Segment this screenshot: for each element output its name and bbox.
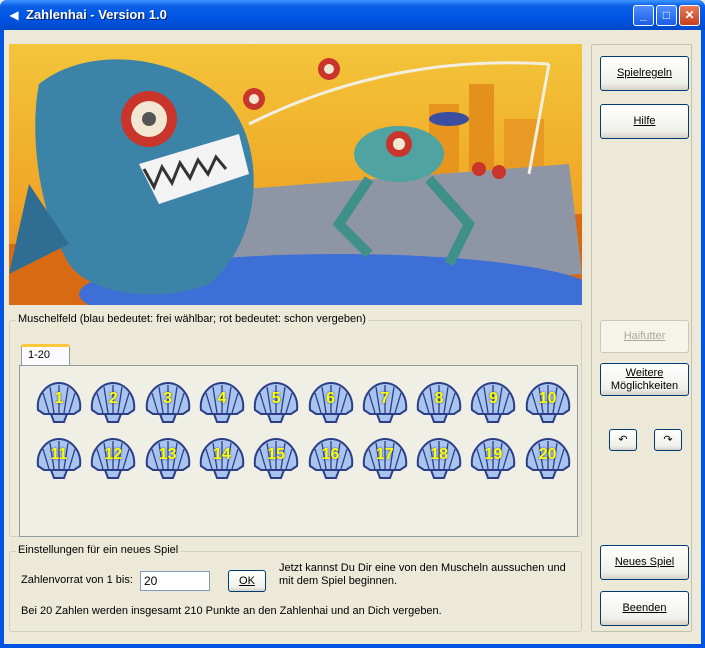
spielregeln-button[interactable]: Spielregeln — [600, 56, 689, 91]
ok-button[interactable]: OK — [228, 570, 266, 592]
weitere-moeglichkeiten-button[interactable]: Weitere Möglichkeiten — [600, 363, 689, 396]
shell-button[interactable]: 3 — [143, 380, 193, 424]
shell-button[interactable]: 2 — [88, 380, 138, 424]
shell-button[interactable]: 12 — [88, 436, 138, 480]
minimize-button[interactable]: _ — [633, 5, 654, 26]
shell-button[interactable]: 20 — [523, 436, 573, 480]
shell-number: 13 — [158, 446, 177, 463]
shell-number: 10 — [538, 390, 557, 407]
shell-number: 11 — [50, 446, 68, 463]
shell-button[interactable]: 16 — [306, 436, 356, 480]
shell-button[interactable]: 5 — [251, 380, 301, 424]
shell-number: 2 — [108, 390, 118, 407]
shell-button[interactable]: 10 — [523, 380, 573, 424]
shell-number: 17 — [375, 446, 394, 463]
neues-spiel-label: Neues Spiel — [614, 556, 675, 568]
maximize-button[interactable]: □ — [656, 5, 677, 26]
shark-fishing-illustration — [9, 44, 582, 305]
title-bar[interactable]: ◀ Zahlenhai - Version 1.0 _ □ ✕ — [0, 0, 705, 30]
close-button[interactable]: ✕ — [679, 5, 700, 26]
shell-button[interactable]: 11 — [34, 436, 84, 480]
window-title: Zahlenhai - Version 1.0 — [26, 7, 167, 22]
shell-button[interactable]: 4 — [197, 380, 247, 424]
shell-number: 16 — [321, 446, 340, 463]
tab-1-20[interactable]: 1-20 — [21, 344, 70, 365]
info-text: Bei 20 Zahlen werden insgesamt 210 Punkt… — [21, 605, 442, 617]
weitere-label-line1: Weitere — [625, 367, 664, 379]
shell-button[interactable]: 9 — [468, 380, 518, 424]
muschelfeld-legend: Muschelfeld (blau bedeutet: frei wählbar… — [16, 313, 368, 325]
shell-number: 4 — [217, 390, 227, 407]
app-window: ◀ Zahlenhai - Version 1.0 _ □ ✕ Muschelf… — [0, 0, 705, 648]
shell-number: 14 — [212, 446, 231, 463]
shell-button[interactable]: 7 — [360, 380, 410, 424]
ok-button-label: OK — [239, 575, 255, 587]
shell-number: 3 — [163, 390, 173, 407]
shell-number: 1 — [54, 390, 64, 407]
sidebar-panel: Spielregeln Hilfe Haifutter Weitere Mögl… — [591, 44, 692, 632]
shell-button[interactable]: 1 — [34, 380, 84, 424]
shell-button[interactable]: 14 — [197, 436, 247, 480]
shell-number: 6 — [326, 390, 335, 407]
shell-number: 9 — [488, 390, 498, 407]
beenden-label: Beenden — [622, 602, 667, 614]
shell-button[interactable]: 18 — [414, 436, 464, 480]
redo-icon: ↷ — [663, 434, 673, 446]
hilfe-button[interactable]: Hilfe — [600, 104, 689, 139]
zahlenvorrat-label: Zahlenvorrat von 1 bis: — [21, 574, 133, 586]
shell-number: 19 — [484, 446, 503, 463]
shell-button[interactable]: 13 — [143, 436, 193, 480]
neues-spiel-button[interactable]: Neues Spiel — [600, 545, 689, 580]
zahlenvorrat-input[interactable] — [140, 571, 210, 591]
undo-icon: ↶ — [618, 434, 628, 446]
shell-number: 12 — [104, 446, 123, 463]
shell-number: 7 — [380, 390, 390, 407]
redo-button[interactable]: ↷ — [654, 429, 682, 451]
einstellungen-legend: Einstellungen für ein neues Spiel — [16, 544, 181, 556]
spielregeln-label: Spielregeln — [616, 67, 673, 79]
shark-icon: ◀ — [9, 8, 19, 22]
shell-button[interactable]: 15 — [251, 436, 301, 480]
weitere-label-line2: Möglichkeiten — [610, 380, 679, 392]
einstellungen-group: Einstellungen für ein neues Spiel Zahlen… — [9, 544, 582, 632]
haifutter-label: Haifutter — [623, 330, 666, 342]
muschelfeld-group: Muschelfeld (blau bedeutet: frei wählbar… — [9, 313, 582, 537]
hint-text: Jetzt kannst Du Dir eine von den Muschel… — [279, 562, 566, 587]
shell-number: 18 — [430, 446, 448, 463]
haifutter-button[interactable]: Haifutter — [600, 320, 689, 353]
shell-number: 15 — [267, 446, 286, 463]
shell-button[interactable]: 19 — [468, 436, 518, 480]
shell-number: 8 — [434, 390, 444, 407]
shell-button[interactable]: 17 — [360, 436, 410, 480]
beenden-button[interactable]: Beenden — [600, 591, 689, 626]
shell-number: 20 — [538, 446, 557, 463]
shell-tab-panel: 1 2 3 4 5 6 7 8 9 10 11 12 13 14 15 16 17 18 19 20 — [19, 365, 578, 537]
hilfe-label: Hilfe — [633, 115, 656, 127]
shell-number: 5 — [271, 390, 281, 407]
client-area: Muschelfeld (blau bedeutet: frei wählbar… — [4, 30, 701, 644]
shell-button[interactable]: 8 — [414, 380, 464, 424]
shell-button[interactable]: 6 — [306, 380, 356, 424]
undo-button[interactable]: ↶ — [609, 429, 637, 451]
